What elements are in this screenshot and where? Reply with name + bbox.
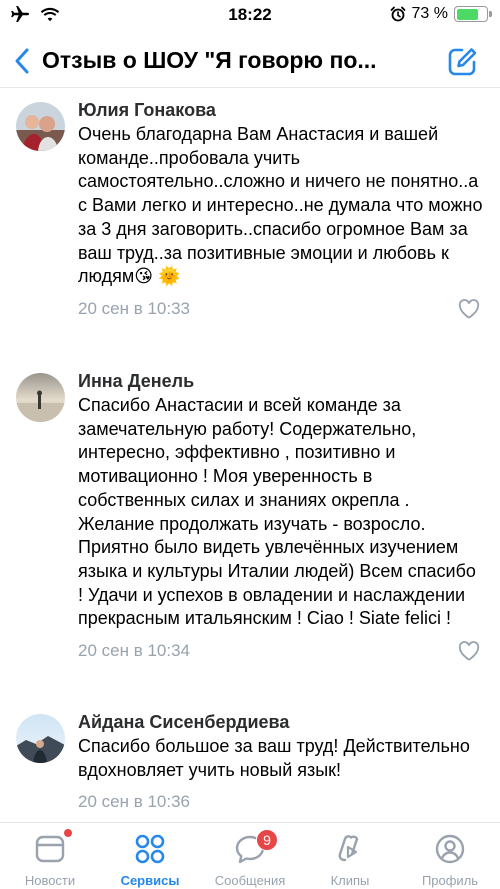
- back-button[interactable]: [12, 46, 34, 76]
- header: Отзыв о ШОУ "Я говорю по...: [0, 36, 500, 88]
- comment-date: 20 сен в 10:34: [78, 641, 190, 661]
- comment-item: Айдана Сисенбердиева Спасибо большое за …: [0, 708, 500, 822]
- heart-icon[interactable]: [458, 299, 480, 319]
- battery-icon: [454, 6, 492, 22]
- compose-button[interactable]: [446, 46, 478, 78]
- heart-icon[interactable]: [458, 641, 480, 661]
- tab-label: Профиль: [421, 873, 479, 888]
- unread-badge: 9: [256, 829, 278, 851]
- tab-label: Клипы: [330, 873, 370, 888]
- tab-label: Новости: [24, 873, 76, 888]
- profile-icon: [435, 834, 465, 864]
- comment-text: Очень благодарна Вам Анастасия и вашей к…: [78, 124, 483, 287]
- comment-date: 20 сен в 10:33: [78, 298, 190, 318]
- tab-messages[interactable]: 9 Сообщения: [200, 823, 300, 889]
- clips-icon: [338, 835, 359, 862]
- services-icon: [135, 834, 165, 864]
- status-bar: 18:22 73 %: [0, 0, 500, 30]
- alarm-icon: [390, 6, 405, 22]
- page-title: Отзыв о ШОУ "Я говорю по...: [42, 47, 377, 73]
- comment-text: Спасибо большое за ваш труд! Действитель…: [78, 736, 470, 780]
- avatar[interactable]: [16, 714, 65, 763]
- chevron-left-icon: [15, 48, 29, 74]
- compose-icon: [448, 48, 477, 76]
- notification-dot: [64, 829, 72, 837]
- tab-label: Сообщения: [214, 873, 286, 888]
- tab-profile[interactable]: Профиль: [400, 823, 500, 889]
- avatar[interactable]: [16, 373, 65, 422]
- comment-date: 20 сен в 10:36: [78, 792, 190, 812]
- comment-item: Инна Денель Спасибо Анастасии и всей ком…: [0, 367, 500, 671]
- comment-text: Спасибо Анастасии и всей команде за заме…: [78, 395, 476, 629]
- comment-item: Юлия Гонакова Очень благодарна Вам Анаст…: [0, 96, 500, 329]
- comment-author[interactable]: Юлия Гонакова: [78, 96, 484, 122]
- avatar[interactable]: [16, 102, 65, 151]
- tab-services[interactable]: Сервисы: [100, 823, 200, 889]
- battery-percentage: 73 %: [411, 5, 448, 22]
- battery-level: [456, 8, 478, 20]
- tab-news[interactable]: Новости: [0, 823, 100, 889]
- status-right: 73 %: [390, 5, 492, 23]
- tab-label: Сервисы: [120, 873, 180, 888]
- comment-author[interactable]: Айдана Сисенбердиева: [78, 708, 484, 734]
- tab-clips[interactable]: Клипы: [300, 823, 400, 889]
- tab-bar: Новости Сервисы 9 Сообщения Клипы Профил…: [0, 822, 500, 889]
- comment-author[interactable]: Инна Денель: [78, 367, 484, 393]
- news-icon: [35, 835, 65, 863]
